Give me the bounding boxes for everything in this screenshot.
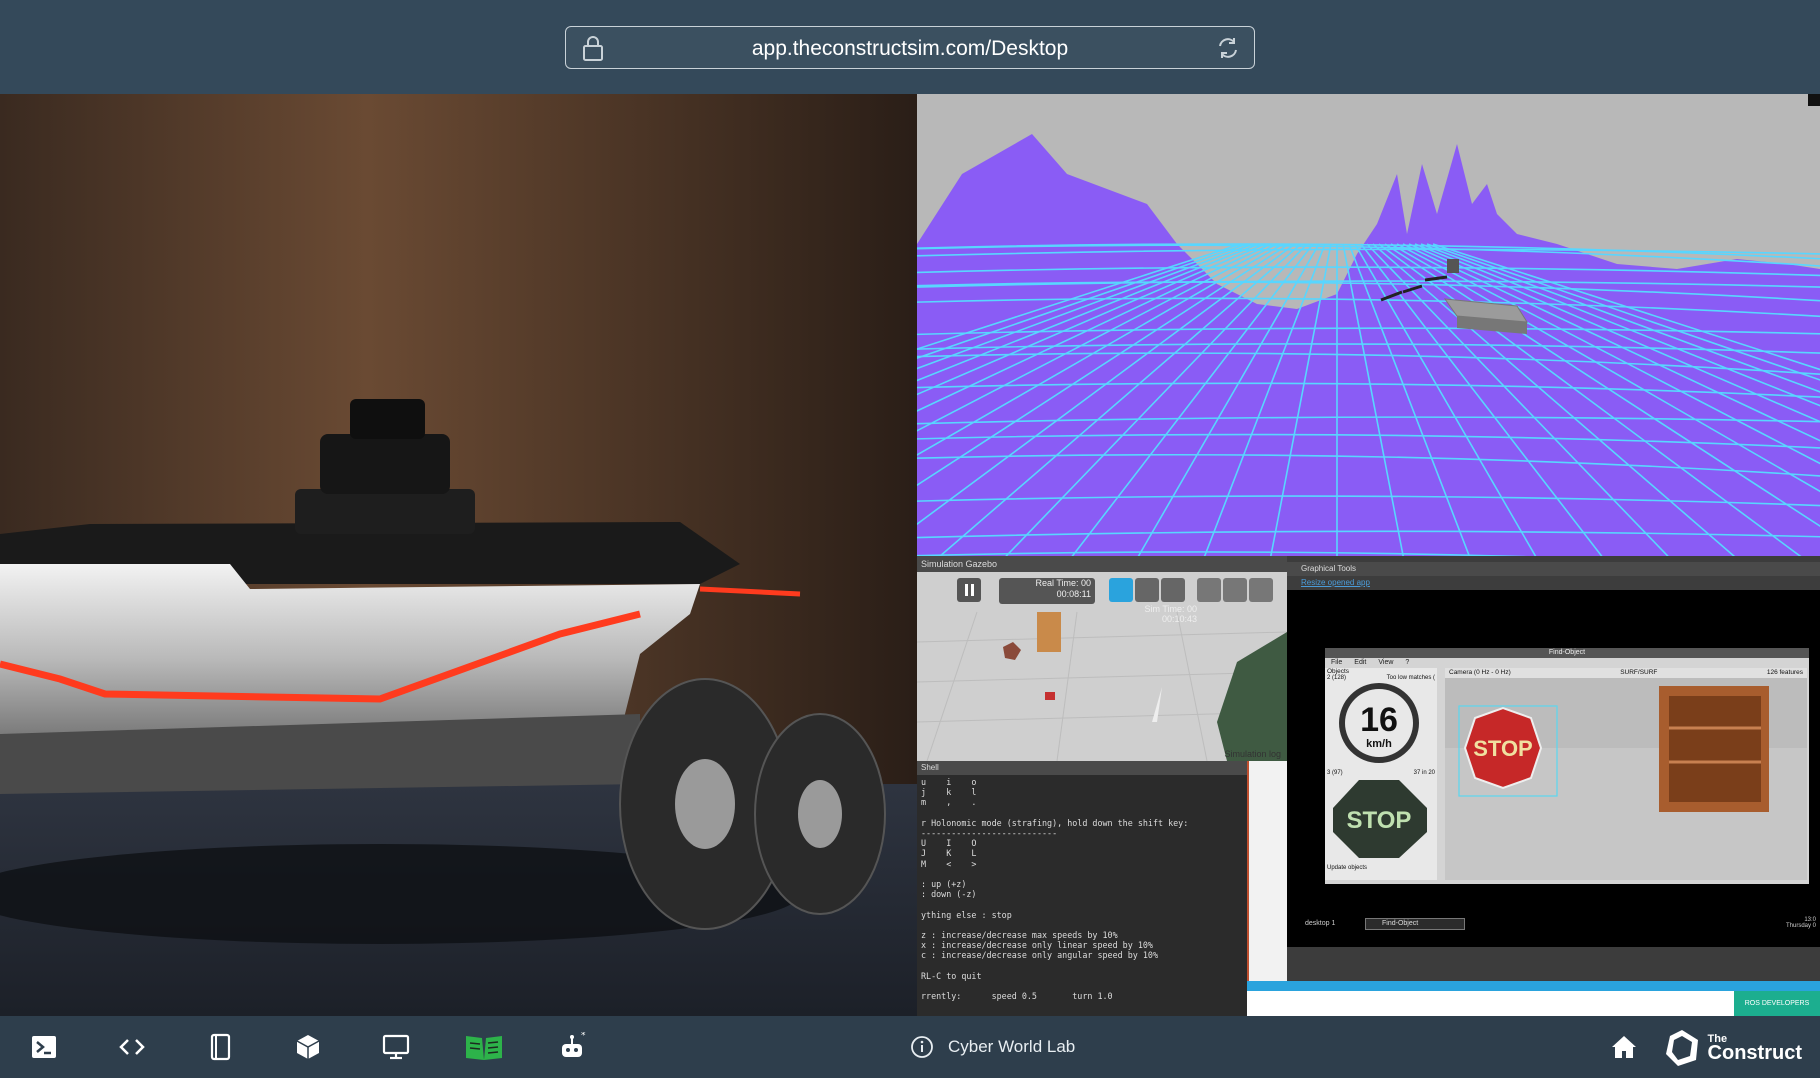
shell-scrollbar[interactable]: [1247, 761, 1287, 981]
notebook-button[interactable]: [200, 1028, 240, 1066]
robot-photo: [0, 94, 917, 1016]
find-object-title: Find-Object: [1325, 648, 1809, 658]
camera-label: Camera (0 Hz - 0 Hz): [1449, 669, 1511, 676]
notebook-icon: [210, 1033, 231, 1061]
speed-number: 16: [1360, 701, 1398, 739]
stop-sign-thumb: STOP: [1333, 780, 1427, 858]
graphical-tools-panel[interactable]: Graphical Tools Resize opened app Find-O…: [1287, 562, 1820, 947]
home-button[interactable]: [1604, 1028, 1644, 1066]
find-object-menu: File Edit View ?: [1325, 658, 1809, 668]
sim-time-label: Sim Time: 00: [1144, 604, 1197, 614]
menu-help[interactable]: ?: [1405, 658, 1409, 668]
reload-icon[interactable]: [1214, 34, 1242, 62]
pause-button[interactable]: [957, 578, 981, 602]
lab-name: Cyber World Lab: [948, 1037, 1076, 1056]
robot-button[interactable]: *: [552, 1028, 592, 1066]
browser-top-bar: app.theconstructsim.com/Desktop: [0, 0, 1820, 94]
cylinder-shape-button[interactable]: [1249, 578, 1273, 602]
monitor-icon: [382, 1034, 410, 1060]
update-objects-label[interactable]: Update objects: [1325, 865, 1437, 871]
stop-text-thumb: STOP: [1347, 807, 1412, 834]
menu-edit[interactable]: Edit: [1354, 658, 1366, 668]
gazebo-toolbar: [957, 578, 1273, 602]
sim-time-overlay: Sim Time: 00 00:10:43: [1077, 604, 1197, 624]
box-shape-button[interactable]: [1197, 578, 1221, 602]
camera-frame: STOP: [1445, 678, 1807, 880]
find-object-taskbar-button[interactable]: Find-Object: [1365, 918, 1465, 930]
ros-developers-tag[interactable]: ROS DEVELOPERS: [1734, 991, 1820, 1016]
remote-desktop-taskbar: desktop 1 Find-Object 13:0 Thursday 0: [1287, 917, 1820, 931]
select-tool-button[interactable]: [1109, 578, 1133, 602]
ros-developers-banner: ROS DEVELOPERS: [1247, 981, 1820, 1016]
brand-logo[interactable]: The Construct: [1662, 1026, 1802, 1070]
desktop-button[interactable]: [376, 1028, 416, 1066]
shell-panel[interactable]: Shell u i o j k l m , . r Holonomic mode…: [917, 761, 1247, 1016]
simulation-log-label[interactable]: Simulation log: [1224, 749, 1281, 759]
objects-label: Objects: [1327, 668, 1350, 675]
rotate-tool-button[interactable]: [1161, 578, 1185, 602]
info-icon[interactable]: [910, 1035, 934, 1059]
terrain-scene: [917, 94, 1820, 556]
robot-illustration: [0, 94, 917, 1016]
terminal-button[interactable]: [24, 1028, 64, 1066]
lab-info: Cyber World Lab: [910, 1034, 1075, 1060]
camera-header: Camera (0 Hz - 0 Hz) SURF/SURF 126 featu…: [1445, 668, 1807, 678]
surf-label: SURF/SURF: [1620, 669, 1658, 676]
robot-icon: *: [562, 1032, 586, 1057]
gazebo-sim-panel[interactable]: Simulation Gazebo Real Time: 00 00:08:11…: [917, 556, 1287, 761]
cube-icon: [296, 1035, 320, 1059]
objects-panel: Objects 2 (128) Too low matches ( 16 km/…: [1325, 668, 1437, 880]
shell-header: Shell: [917, 761, 1247, 775]
features-label: 126 features: [1766, 669, 1803, 676]
address-bar[interactable]: app.theconstructsim.com/Desktop: [565, 26, 1255, 69]
menu-file[interactable]: File: [1331, 658, 1342, 668]
clock-day: Thursday 0: [1785, 923, 1816, 929]
gazebo-terrain-view[interactable]: [917, 94, 1820, 556]
bottom-taskbar: * Cyber World Lab The Construct: [0, 1016, 1820, 1078]
remote-desktop-area: Simulation Gazebo Real Time: 00 00:08:11…: [917, 556, 1820, 1016]
terminal-icon: [32, 1036, 56, 1058]
remote-clock: 13:0 Thursday 0: [1786, 917, 1816, 929]
graphical-tools-header: Graphical Tools: [1287, 562, 1820, 576]
camera-view: Camera (0 Hz - 0 Hz) SURF/SURF 126 featu…: [1445, 668, 1807, 880]
brand-name: Construct: [1707, 1041, 1802, 1064]
speed-unit: km/h: [1366, 738, 1392, 750]
corner-expand-icon[interactable]: [1808, 94, 1820, 106]
desktop-label: desktop 1: [1305, 920, 1336, 927]
code-editor-button[interactable]: [112, 1028, 152, 1066]
gazebo-header: Simulation Gazebo: [917, 556, 1287, 572]
find-object-window[interactable]: Find-Object File Edit View ? Objects 2 (…: [1325, 648, 1809, 884]
sim-time-value: 00:10:43: [1161, 614, 1197, 624]
course-notebook-button[interactable]: [462, 1028, 506, 1066]
url-text: app.theconstructsim.com/Desktop: [751, 37, 1069, 60]
shell-output[interactable]: u i o j k l m , . r Holonomic mode (stra…: [917, 775, 1247, 1003]
resize-app-link[interactable]: Resize opened app: [1287, 576, 1820, 590]
home-icon: [1612, 1036, 1636, 1058]
stop-text-camera: STOP: [1473, 736, 1533, 761]
menu-view[interactable]: View: [1378, 658, 1393, 668]
svg-text:*: *: [581, 1032, 586, 1041]
desktop-window: app.theconstructsim.com/Desktop Simulati…: [0, 0, 1820, 1078]
code-icon: [119, 1039, 145, 1055]
speed-sign-thumb: 16 km/h: [1339, 683, 1419, 763]
sphere-shape-button[interactable]: [1223, 578, 1247, 602]
open-book-icon: [466, 1036, 502, 1060]
simulation-button[interactable]: [288, 1028, 328, 1066]
construct-logo-icon: [1665, 1030, 1698, 1066]
translate-tool-button[interactable]: [1135, 578, 1159, 602]
